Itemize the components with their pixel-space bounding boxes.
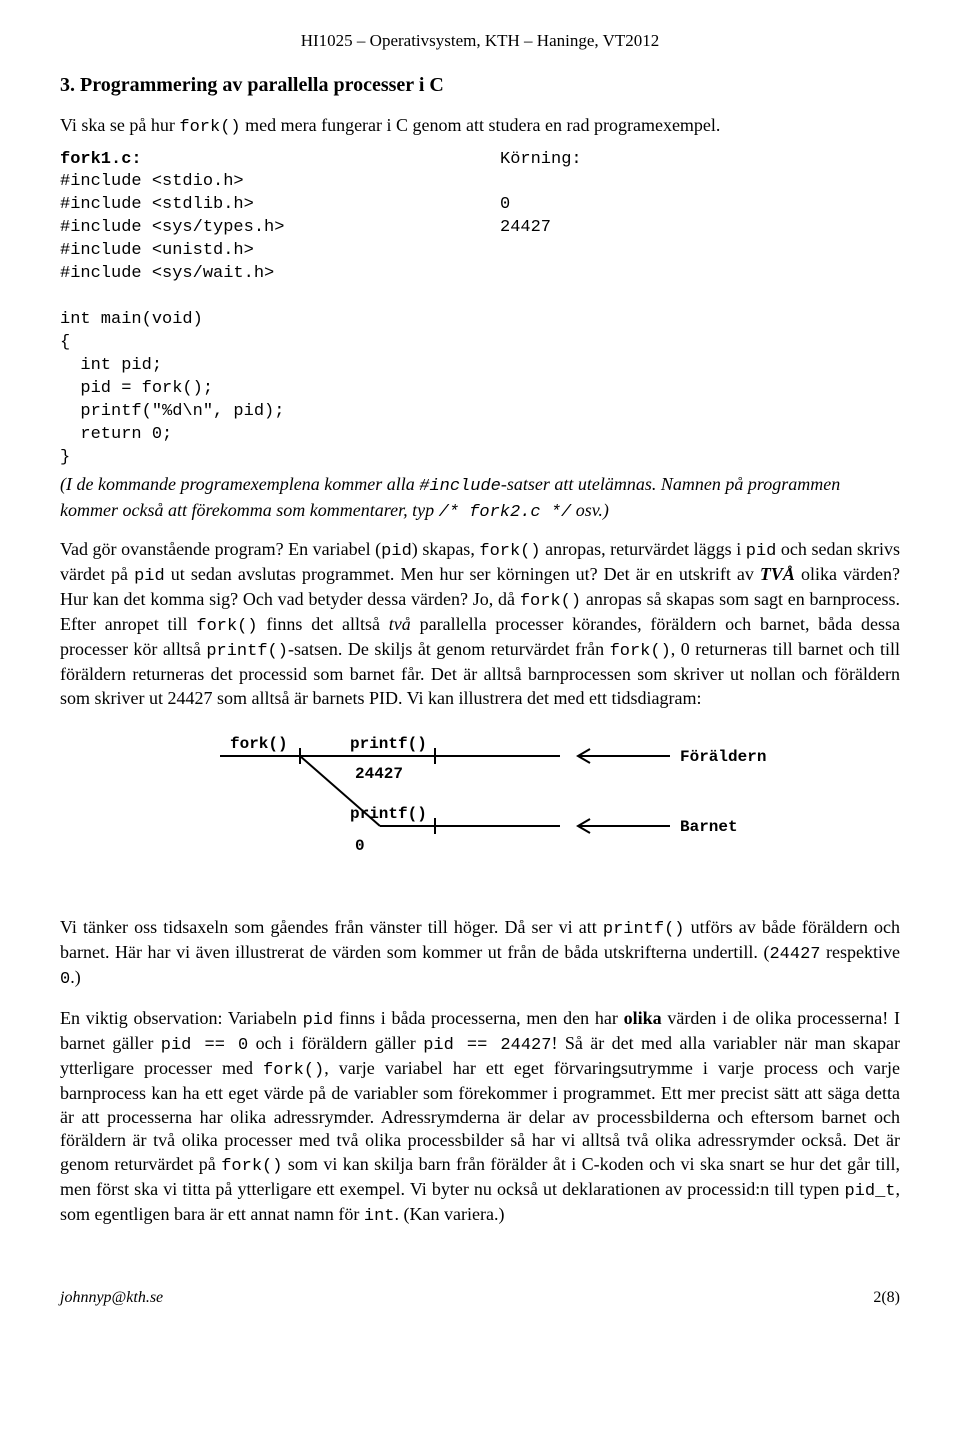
p1-h: finns det alltså xyxy=(258,614,389,634)
intro-text-2: med mera fungerar i C genom att studera … xyxy=(241,115,721,135)
note-text-3: osv.) xyxy=(571,500,609,520)
diagram-fork-label: fork() xyxy=(230,735,288,753)
diagram-val-child: 0 xyxy=(355,837,365,855)
page-header: HI1025 – Operativsystem, KTH – Haninge, … xyxy=(60,30,900,52)
p2-c3: 0 xyxy=(60,970,70,989)
p1-c7: printf() xyxy=(206,642,288,661)
note-code-2: /* fork2.c */ xyxy=(439,503,572,522)
p2-c1: printf() xyxy=(603,920,685,939)
time-diagram: fork() printf() 24427 Föräldern printf()… xyxy=(60,726,900,886)
note-code-1: #include xyxy=(419,477,501,496)
note-text-1: (I de kommande programexemplena kommer a… xyxy=(60,474,419,494)
intro-text-1: Vi ska se på hur xyxy=(60,115,179,135)
p1-b: ) skapas, xyxy=(412,539,480,559)
code-right-title: Körning: xyxy=(500,149,900,171)
paragraph-3: En viktig observation: Variabeln pid fin… xyxy=(60,1007,900,1228)
footer-page-number: 2(8) xyxy=(873,1288,900,1309)
paragraph-1: Vad gör ovanstående program? En variabel… xyxy=(60,538,900,710)
p2-c: respektive xyxy=(820,942,900,962)
intro-paragraph: Vi ska se på hur fork() med mera fungera… xyxy=(60,114,900,139)
code-right-column: Körning: 0 24427 xyxy=(500,149,900,469)
paragraph-2: Vi tänker oss tidsaxeln som gåendes från… xyxy=(60,916,900,991)
p3-c2: pid == 0 xyxy=(161,1036,248,1055)
p3-c4: fork() xyxy=(263,1061,324,1080)
p1-a: Vad gör ovanstående program? En variabel… xyxy=(60,539,381,559)
code-left-block: #include <stdio.h> #include <stdlib.h> #… xyxy=(60,171,460,469)
p3-d: och i föräldern gäller xyxy=(248,1033,423,1053)
p3-c5: fork() xyxy=(221,1157,282,1176)
p3-i: . (Kan variera.) xyxy=(395,1204,505,1224)
page-footer: johnnyp@kth.se 2(8) xyxy=(60,1288,900,1309)
code-right-block: 0 24427 xyxy=(500,171,900,240)
italic-note: (I de kommande programexemplena kommer a… xyxy=(60,473,900,523)
p3-c3: pid == 24427 xyxy=(423,1036,551,1055)
p3-a: En viktig observation: Variabeln xyxy=(60,1008,303,1028)
diagram-svg: fork() printf() 24427 Föräldern printf()… xyxy=(170,726,790,886)
diagram-child-label: Barnet xyxy=(680,818,738,836)
p1-e: ut sedan avslutas programmet. Men hur se… xyxy=(165,564,760,584)
p3-bold1: olika xyxy=(624,1008,662,1028)
p3-c6: pid_t xyxy=(844,1182,895,1201)
diagram-printf-bottom: printf() xyxy=(350,805,427,823)
diagram-printf-top: printf() xyxy=(350,735,427,753)
diagram-val-parent: 24427 xyxy=(355,765,403,783)
intro-code: fork() xyxy=(179,118,240,137)
p1-ital1: två xyxy=(389,614,411,634)
p3-b: finns i båda processerna, men den har xyxy=(333,1008,623,1028)
p1-c4: pid xyxy=(134,567,165,586)
p1-c2: fork() xyxy=(479,542,540,561)
p1-c3: pid xyxy=(746,542,777,561)
diagram-parent-label: Föräldern xyxy=(680,748,766,766)
section-title: 3. Programmering av parallella processer… xyxy=(60,72,900,98)
p2-d: .) xyxy=(70,967,81,987)
p1-c6: fork() xyxy=(196,617,257,636)
p1-j: -satsen. De skiljs åt genom returvärdet … xyxy=(288,639,610,659)
p1-c5: fork() xyxy=(520,592,581,611)
p3-c1: pid xyxy=(303,1011,334,1030)
p1-c: anropas, returvärdet läggs i xyxy=(541,539,746,559)
p1-c8: fork() xyxy=(610,642,671,661)
footer-email: johnnyp@kth.se xyxy=(60,1288,163,1309)
p2-a: Vi tänker oss tidsaxeln som gåendes från… xyxy=(60,917,603,937)
p1-bold1: TVÅ xyxy=(760,564,795,584)
p1-c1: pid xyxy=(381,542,412,561)
p2-c2: 24427 xyxy=(769,945,820,964)
code-left-title: fork1.c: xyxy=(60,149,460,171)
code-columns: fork1.c: #include <stdio.h> #include <st… xyxy=(60,149,900,469)
code-left-column: fork1.c: #include <stdio.h> #include <st… xyxy=(60,149,460,469)
p3-c7: int xyxy=(364,1207,395,1226)
